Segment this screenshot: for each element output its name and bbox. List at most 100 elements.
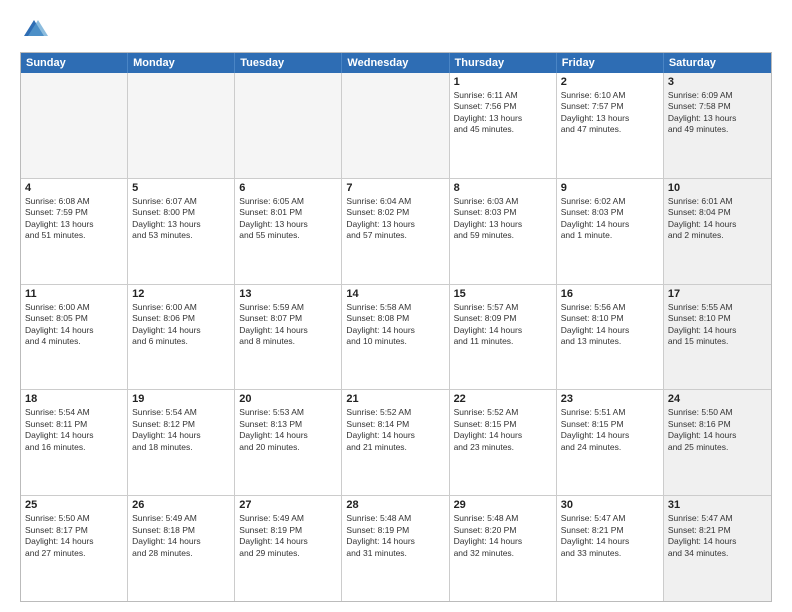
day-info: Sunrise: 6:11 AM Sunset: 7:56 PM Dayligh… bbox=[454, 90, 552, 136]
day-number: 24 bbox=[668, 393, 767, 405]
day-number: 8 bbox=[454, 182, 552, 194]
day-14: 14 Sunrise: 5:58 AM Sunset: 8:08 PM Dayli… bbox=[342, 285, 449, 390]
day-30: 30 Sunrise: 5:47 AM Sunset: 8:21 PM Dayli… bbox=[557, 496, 664, 601]
day-6: 6 Sunrise: 6:05 AM Sunset: 8:01 PM Daylig… bbox=[235, 179, 342, 284]
calendar-row-2: 4 Sunrise: 6:08 AM Sunset: 7:59 PM Daylig… bbox=[21, 178, 771, 284]
day-18: 18 Sunrise: 5:54 AM Sunset: 8:11 PM Dayli… bbox=[21, 390, 128, 495]
day-info: Sunrise: 6:07 AM Sunset: 8:00 PM Dayligh… bbox=[132, 196, 230, 242]
day-info: Sunrise: 5:48 AM Sunset: 8:19 PM Dayligh… bbox=[346, 513, 444, 559]
day-31: 31 Sunrise: 5:47 AM Sunset: 8:21 PM Dayli… bbox=[664, 496, 771, 601]
day-16: 16 Sunrise: 5:56 AM Sunset: 8:10 PM Dayli… bbox=[557, 285, 664, 390]
calendar: SundayMondayTuesdayWednesdayThursdayFrid… bbox=[20, 52, 772, 602]
calendar-header: SundayMondayTuesdayWednesdayThursdayFrid… bbox=[21, 53, 771, 73]
day-number: 1 bbox=[454, 76, 552, 88]
day-info: Sunrise: 5:54 AM Sunset: 8:11 PM Dayligh… bbox=[25, 407, 123, 453]
header bbox=[20, 16, 772, 44]
day-info: Sunrise: 6:02 AM Sunset: 8:03 PM Dayligh… bbox=[561, 196, 659, 242]
day-9: 9 Sunrise: 6:02 AM Sunset: 8:03 PM Daylig… bbox=[557, 179, 664, 284]
day-12: 12 Sunrise: 6:00 AM Sunset: 8:06 PM Dayli… bbox=[128, 285, 235, 390]
day-info: Sunrise: 6:05 AM Sunset: 8:01 PM Dayligh… bbox=[239, 196, 337, 242]
day-number: 22 bbox=[454, 393, 552, 405]
day-info: Sunrise: 5:54 AM Sunset: 8:12 PM Dayligh… bbox=[132, 407, 230, 453]
day-17: 17 Sunrise: 5:55 AM Sunset: 8:10 PM Dayli… bbox=[664, 285, 771, 390]
day-23: 23Sunrise: 5:51 AM Sunset: 8:15 PM Dayli… bbox=[557, 390, 664, 495]
day-number: 7 bbox=[346, 182, 444, 194]
day-15: 15 Sunrise: 5:57 AM Sunset: 8:09 PM Dayli… bbox=[450, 285, 557, 390]
calendar-row-5: 25Sunrise: 5:50 AM Sunset: 8:17 PM Dayli… bbox=[21, 495, 771, 601]
calendar-body: 1 Sunrise: 6:11 AM Sunset: 7:56 PM Daylig… bbox=[21, 73, 771, 601]
day-info: Sunrise: 6:08 AM Sunset: 7:59 PM Dayligh… bbox=[25, 196, 123, 242]
day-4: 4 Sunrise: 6:08 AM Sunset: 7:59 PM Daylig… bbox=[21, 179, 128, 284]
day-number: 16 bbox=[561, 288, 659, 300]
day-number: 30 bbox=[561, 499, 659, 511]
day-info: Sunrise: 6:10 AM Sunset: 7:57 PM Dayligh… bbox=[561, 90, 659, 136]
empty-cell bbox=[128, 73, 235, 178]
day-11: 11 Sunrise: 6:00 AM Sunset: 8:05 PM Dayli… bbox=[21, 285, 128, 390]
day-19: 19 Sunrise: 5:54 AM Sunset: 8:12 PM Dayli… bbox=[128, 390, 235, 495]
day-info: Sunrise: 5:51 AM Sunset: 8:15 PM Dayligh… bbox=[561, 407, 659, 453]
day-number: 9 bbox=[561, 182, 659, 194]
day-21: 21Sunrise: 5:52 AM Sunset: 8:14 PM Dayli… bbox=[342, 390, 449, 495]
day-info: Sunrise: 6:00 AM Sunset: 8:05 PM Dayligh… bbox=[25, 302, 123, 348]
day-number: 21 bbox=[346, 393, 444, 405]
day-29: 29 Sunrise: 5:48 AM Sunset: 8:20 PM Dayli… bbox=[450, 496, 557, 601]
day-number: 20 bbox=[239, 393, 337, 405]
day-number: 18 bbox=[25, 393, 123, 405]
header-wednesday: Wednesday bbox=[342, 53, 449, 73]
day-info: Sunrise: 5:58 AM Sunset: 8:08 PM Dayligh… bbox=[346, 302, 444, 348]
day-info: Sunrise: 5:56 AM Sunset: 8:10 PM Dayligh… bbox=[561, 302, 659, 348]
day-number: 26 bbox=[132, 499, 230, 511]
logo-icon bbox=[20, 16, 48, 44]
empty-cell bbox=[21, 73, 128, 178]
day-info: Sunrise: 5:59 AM Sunset: 8:07 PM Dayligh… bbox=[239, 302, 337, 348]
day-2: 2Sunrise: 6:10 AM Sunset: 7:57 PM Daylig… bbox=[557, 73, 664, 178]
day-number: 29 bbox=[454, 499, 552, 511]
day-info: Sunrise: 5:53 AM Sunset: 8:13 PM Dayligh… bbox=[239, 407, 337, 453]
day-info: Sunrise: 6:03 AM Sunset: 8:03 PM Dayligh… bbox=[454, 196, 552, 242]
day-5: 5 Sunrise: 6:07 AM Sunset: 8:00 PM Daylig… bbox=[128, 179, 235, 284]
day-number: 5 bbox=[132, 182, 230, 194]
day-number: 3 bbox=[668, 76, 767, 88]
day-info: Sunrise: 5:47 AM Sunset: 8:21 PM Dayligh… bbox=[561, 513, 659, 559]
day-number: 12 bbox=[132, 288, 230, 300]
day-number: 28 bbox=[346, 499, 444, 511]
day-info: Sunrise: 5:47 AM Sunset: 8:21 PM Dayligh… bbox=[668, 513, 767, 559]
calendar-row-3: 11 Sunrise: 6:00 AM Sunset: 8:05 PM Dayli… bbox=[21, 284, 771, 390]
day-info: Sunrise: 5:55 AM Sunset: 8:10 PM Dayligh… bbox=[668, 302, 767, 348]
day-number: 19 bbox=[132, 393, 230, 405]
day-number: 13 bbox=[239, 288, 337, 300]
day-3: 3 Sunrise: 6:09 AM Sunset: 7:58 PM Daylig… bbox=[664, 73, 771, 178]
day-number: 10 bbox=[668, 182, 767, 194]
day-10: 10Sunrise: 6:01 AM Sunset: 8:04 PM Dayli… bbox=[664, 179, 771, 284]
day-info: Sunrise: 6:09 AM Sunset: 7:58 PM Dayligh… bbox=[668, 90, 767, 136]
header-saturday: Saturday bbox=[664, 53, 771, 73]
day-28: 28 Sunrise: 5:48 AM Sunset: 8:19 PM Dayli… bbox=[342, 496, 449, 601]
calendar-row-1: 1 Sunrise: 6:11 AM Sunset: 7:56 PM Daylig… bbox=[21, 73, 771, 178]
day-number: 31 bbox=[668, 499, 767, 511]
page: SundayMondayTuesdayWednesdayThursdayFrid… bbox=[0, 0, 792, 612]
logo bbox=[20, 16, 52, 44]
day-24: 24Sunrise: 5:50 AM Sunset: 8:16 PM Dayli… bbox=[664, 390, 771, 495]
day-27: 27 Sunrise: 5:49 AM Sunset: 8:19 PM Dayli… bbox=[235, 496, 342, 601]
day-number: 15 bbox=[454, 288, 552, 300]
day-info: Sunrise: 5:48 AM Sunset: 8:20 PM Dayligh… bbox=[454, 513, 552, 559]
calendar-row-4: 18 Sunrise: 5:54 AM Sunset: 8:11 PM Dayli… bbox=[21, 389, 771, 495]
day-number: 6 bbox=[239, 182, 337, 194]
day-number: 17 bbox=[668, 288, 767, 300]
day-8: 8 Sunrise: 6:03 AM Sunset: 8:03 PM Daylig… bbox=[450, 179, 557, 284]
day-number: 14 bbox=[346, 288, 444, 300]
day-info: Sunrise: 6:04 AM Sunset: 8:02 PM Dayligh… bbox=[346, 196, 444, 242]
day-13: 13 Sunrise: 5:59 AM Sunset: 8:07 PM Dayli… bbox=[235, 285, 342, 390]
day-number: 27 bbox=[239, 499, 337, 511]
day-number: 11 bbox=[25, 288, 123, 300]
day-number: 4 bbox=[25, 182, 123, 194]
day-info: Sunrise: 6:00 AM Sunset: 8:06 PM Dayligh… bbox=[132, 302, 230, 348]
day-info: Sunrise: 5:49 AM Sunset: 8:19 PM Dayligh… bbox=[239, 513, 337, 559]
header-sunday: Sunday bbox=[21, 53, 128, 73]
empty-cell bbox=[342, 73, 449, 178]
day-info: Sunrise: 5:57 AM Sunset: 8:09 PM Dayligh… bbox=[454, 302, 552, 348]
day-info: Sunrise: 5:49 AM Sunset: 8:18 PM Dayligh… bbox=[132, 513, 230, 559]
header-tuesday: Tuesday bbox=[235, 53, 342, 73]
day-number: 25 bbox=[25, 499, 123, 511]
header-thursday: Thursday bbox=[450, 53, 557, 73]
